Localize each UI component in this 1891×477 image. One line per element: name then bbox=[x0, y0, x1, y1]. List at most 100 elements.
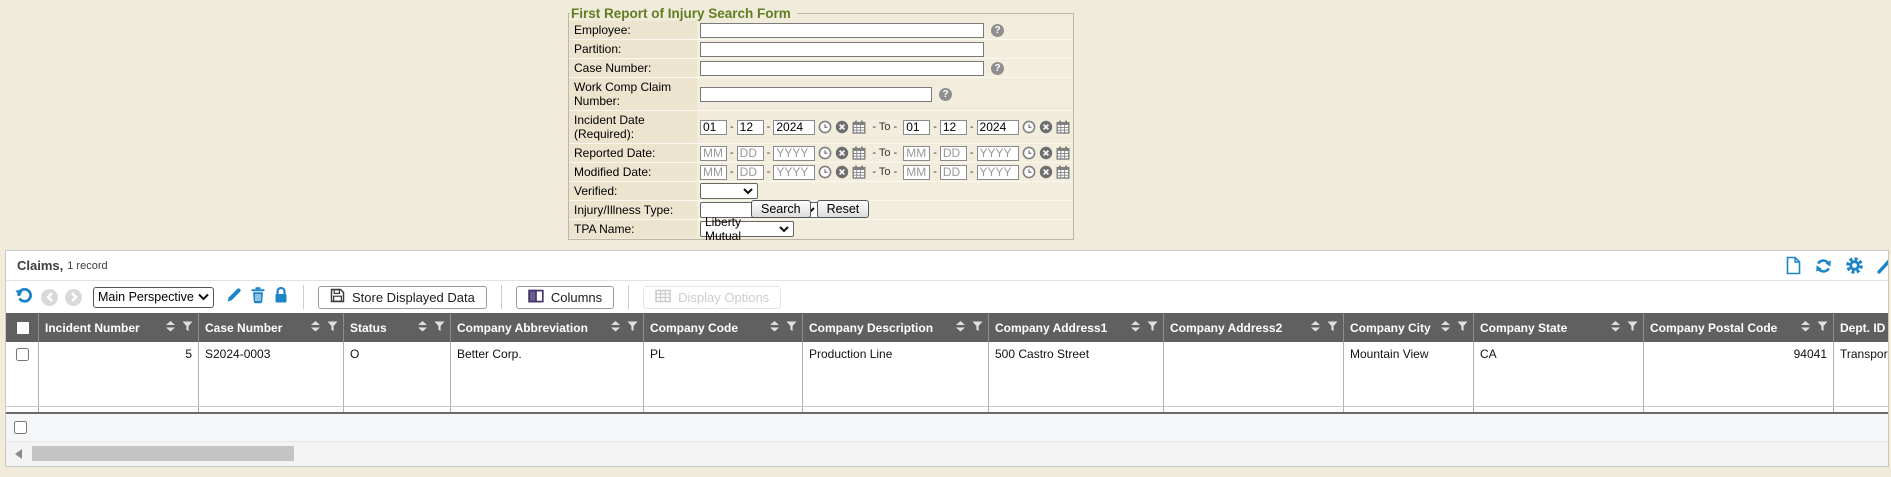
reported-to-day-input[interactable] bbox=[940, 146, 967, 161]
incident-from-month-input[interactable] bbox=[700, 120, 727, 135]
lock-icon[interactable] bbox=[273, 286, 289, 309]
column-header[interactable]: Status bbox=[344, 313, 451, 342]
search-button[interactable]: Search bbox=[751, 200, 811, 218]
modified-from-day-input[interactable] bbox=[737, 165, 764, 180]
clear-date-icon[interactable] bbox=[835, 120, 849, 134]
verified-select[interactable] bbox=[700, 183, 758, 199]
clear-date-icon[interactable] bbox=[1039, 146, 1053, 160]
column-header[interactable]: Incident Number bbox=[39, 313, 199, 342]
previous-page-icon[interactable] bbox=[41, 289, 58, 306]
sort-icon[interactable] bbox=[1611, 321, 1620, 335]
settings-gear-icon[interactable] bbox=[1845, 256, 1864, 275]
reset-button[interactable]: Reset bbox=[817, 200, 870, 218]
filter-funnel-icon[interactable] bbox=[1327, 321, 1338, 335]
sort-icon[interactable] bbox=[611, 321, 620, 335]
sort-icon[interactable] bbox=[1441, 321, 1450, 335]
column-header[interactable]: Company City bbox=[1344, 313, 1474, 342]
perspective-select[interactable]: Main Perspective bbox=[93, 287, 214, 308]
filter-funnel-icon[interactable] bbox=[327, 321, 338, 335]
incident-to-day-input[interactable] bbox=[940, 120, 967, 135]
column-header[interactable]: Company Description bbox=[803, 313, 989, 342]
filter-funnel-icon[interactable] bbox=[182, 321, 193, 335]
modified-from-year-input[interactable] bbox=[773, 165, 815, 180]
incident-from-day-input[interactable] bbox=[737, 120, 764, 135]
reported-from-month-input[interactable] bbox=[700, 146, 727, 161]
clear-date-icon[interactable] bbox=[835, 146, 849, 160]
incident-to-month-input[interactable] bbox=[903, 120, 930, 135]
delete-trash-icon[interactable] bbox=[250, 286, 266, 309]
help-icon[interactable]: ? bbox=[939, 88, 952, 101]
clock-icon[interactable] bbox=[818, 165, 832, 179]
scrollbar-thumb[interactable] bbox=[32, 446, 294, 461]
filter-funnel-icon[interactable] bbox=[1817, 321, 1828, 335]
clear-date-icon[interactable] bbox=[1039, 165, 1053, 179]
column-header[interactable]: Company State bbox=[1474, 313, 1644, 342]
reported-to-year-input[interactable] bbox=[977, 146, 1019, 161]
sort-icon[interactable] bbox=[418, 321, 427, 335]
clock-icon[interactable] bbox=[818, 146, 832, 160]
calendar-icon[interactable] bbox=[852, 120, 866, 134]
wrench-icon[interactable] bbox=[1876, 256, 1889, 275]
scroll-left-arrow-icon[interactable] bbox=[15, 449, 22, 459]
select-all-checkbox[interactable] bbox=[17, 322, 29, 334]
filter-funnel-icon[interactable] bbox=[972, 321, 983, 335]
columns-button[interactable]: Columns bbox=[516, 286, 614, 309]
sort-icon[interactable] bbox=[956, 321, 965, 335]
calendar-icon[interactable] bbox=[1056, 146, 1070, 160]
incident-to-year-input[interactable] bbox=[977, 120, 1019, 135]
column-header[interactable]: Company Address1 bbox=[989, 313, 1164, 342]
horizontal-scrollbar[interactable] bbox=[6, 442, 1888, 466]
refresh-icon[interactable] bbox=[1814, 257, 1833, 275]
sort-icon[interactable] bbox=[770, 321, 779, 335]
tpa-name-select[interactable]: Liberty Mutual bbox=[700, 221, 794, 237]
filter-funnel-icon[interactable] bbox=[434, 321, 445, 335]
filter-funnel-icon[interactable] bbox=[1147, 321, 1158, 335]
column-header[interactable]: Company Postal Code bbox=[1644, 313, 1834, 342]
filter-funnel-icon[interactable] bbox=[786, 321, 797, 335]
modified-to-year-input[interactable] bbox=[977, 165, 1019, 180]
sort-icon[interactable] bbox=[1131, 321, 1140, 335]
clock-icon[interactable] bbox=[1022, 120, 1036, 134]
modified-to-month-input[interactable] bbox=[903, 165, 930, 180]
new-document-icon[interactable] bbox=[1785, 256, 1802, 275]
next-page-icon[interactable] bbox=[65, 289, 82, 306]
clock-icon[interactable] bbox=[818, 120, 832, 134]
modified-from-month-input[interactable] bbox=[700, 165, 727, 180]
calendar-icon[interactable] bbox=[852, 146, 866, 160]
filter-funnel-icon[interactable] bbox=[627, 321, 638, 335]
clock-icon[interactable] bbox=[1022, 165, 1036, 179]
partition-input[interactable] bbox=[700, 42, 984, 57]
help-icon[interactable]: ? bbox=[991, 24, 1004, 37]
case-number-input[interactable] bbox=[700, 61, 984, 76]
column-header[interactable]: Company Code bbox=[644, 313, 803, 342]
store-displayed-data-button[interactable]: Store Displayed Data bbox=[318, 286, 487, 309]
reported-to-month-input[interactable] bbox=[903, 146, 930, 161]
calendar-icon[interactable] bbox=[1056, 165, 1070, 179]
employee-input[interactable] bbox=[700, 23, 984, 38]
clear-date-icon[interactable] bbox=[1039, 120, 1053, 134]
work-comp-input[interactable] bbox=[700, 87, 932, 102]
sort-icon[interactable] bbox=[1801, 321, 1810, 335]
undo-icon[interactable] bbox=[14, 285, 34, 310]
modified-to-day-input[interactable] bbox=[940, 165, 967, 180]
column-header[interactable]: Dept. ID bbox=[1834, 313, 1888, 342]
reported-from-day-input[interactable] bbox=[737, 146, 764, 161]
edit-pencil-icon[interactable] bbox=[225, 286, 243, 309]
incident-from-year-input[interactable] bbox=[773, 120, 815, 135]
help-icon[interactable]: ? bbox=[991, 62, 1004, 75]
calendar-icon[interactable] bbox=[1056, 120, 1070, 134]
filter-funnel-icon[interactable] bbox=[1457, 321, 1468, 335]
clear-date-icon[interactable] bbox=[835, 165, 849, 179]
row-checkbox[interactable] bbox=[16, 348, 29, 361]
sort-icon[interactable] bbox=[1311, 321, 1320, 335]
clock-icon[interactable] bbox=[1022, 146, 1036, 160]
column-header[interactable]: Company Abbreviation bbox=[451, 313, 644, 342]
calendar-icon[interactable] bbox=[852, 165, 866, 179]
column-header[interactable]: Case Number bbox=[199, 313, 344, 342]
column-header[interactable]: Company Address2 bbox=[1164, 313, 1344, 342]
sort-icon[interactable] bbox=[311, 321, 320, 335]
filter-funnel-icon[interactable] bbox=[1627, 321, 1638, 335]
reported-from-year-input[interactable] bbox=[773, 146, 815, 161]
sort-icon[interactable] bbox=[166, 321, 175, 335]
footer-checkbox[interactable] bbox=[14, 421, 27, 434]
